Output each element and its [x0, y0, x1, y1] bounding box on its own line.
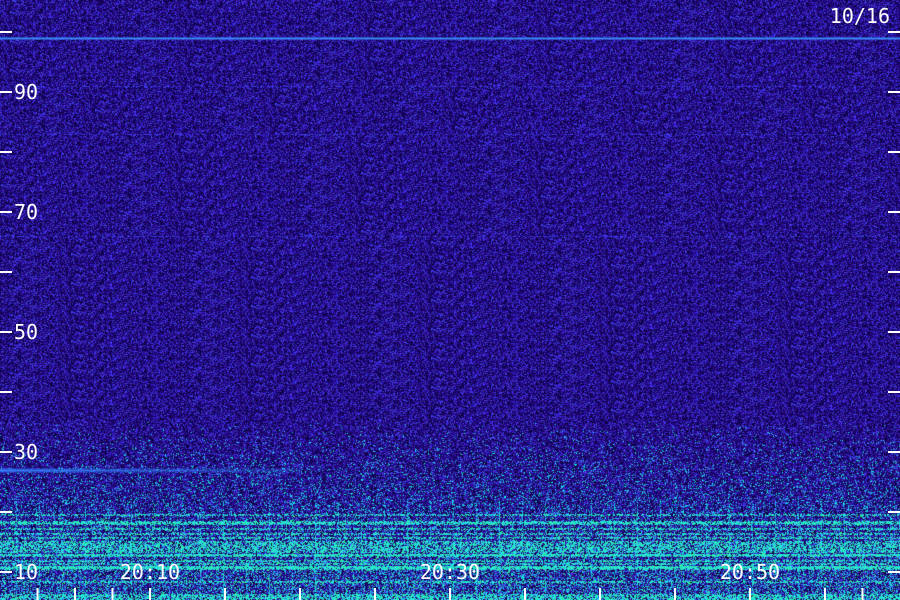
axis-overlay: 10 30 50 70 90 20:10 20:30 20:50 10/16	[0, 4, 900, 600]
y-ticks-right	[888, 31, 900, 573]
x-tick-label: 20:30	[420, 560, 480, 584]
date-label: 10/16	[830, 4, 890, 28]
y-tick-label: 10	[14, 560, 38, 584]
x-tick-label: 20:50	[720, 560, 780, 584]
x-ticks	[36, 588, 864, 600]
y-ticks-left	[0, 31, 12, 573]
y-tick-labels: 10 30 50 70 90	[14, 80, 38, 584]
y-tick-label: 50	[14, 320, 38, 344]
x-tick-labels: 20:10 20:30 20:50	[120, 560, 780, 584]
spectrogram-chart: 10 30 50 70 90 20:10 20:30 20:50 10/16	[0, 0, 900, 600]
y-tick-label: 30	[14, 440, 38, 464]
y-tick-label: 70	[14, 200, 38, 224]
y-tick-label: 90	[14, 80, 38, 104]
x-tick-label: 20:10	[120, 560, 180, 584]
